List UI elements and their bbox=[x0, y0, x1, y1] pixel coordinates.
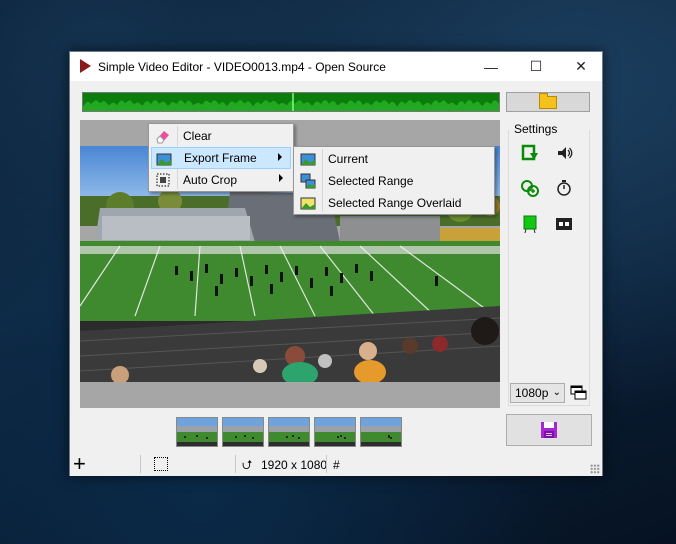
eraser-icon bbox=[156, 131, 169, 144]
minimize-button[interactable]: — bbox=[468, 52, 514, 81]
menu-label: Export Frame bbox=[184, 151, 257, 165]
open-folder-button[interactable] bbox=[506, 92, 590, 112]
speed-adjust-icon[interactable] bbox=[519, 177, 541, 199]
menu-label: Selected Range Overlaid bbox=[328, 196, 462, 210]
add-file-button[interactable]: + bbox=[73, 453, 86, 475]
volume-icon[interactable] bbox=[553, 142, 575, 164]
submenu-item-current[interactable]: Current bbox=[296, 148, 492, 170]
window-title: Simple Video Editor - VIDEO0013.mp4 - Op… bbox=[98, 60, 386, 74]
close-button[interactable]: ✕ bbox=[558, 52, 604, 81]
audio-waveform-timeline[interactable] bbox=[82, 92, 500, 112]
maximize-button[interactable]: ☐ bbox=[513, 52, 559, 81]
overlay-picture-icon bbox=[300, 197, 316, 210]
menu-label: Current bbox=[328, 152, 369, 166]
resize-grip-icon[interactable] bbox=[590, 464, 600, 474]
resolution-readout: 1920 x 1080 bbox=[261, 458, 328, 472]
video-thumbnail[interactable] bbox=[314, 417, 356, 447]
submenu-item-selected-range[interactable]: Selected Range bbox=[296, 170, 492, 192]
context-menu: Clear Export Frame Auto Crop bbox=[148, 123, 294, 192]
crop-selection-icon[interactable] bbox=[154, 457, 168, 471]
picture-icon bbox=[300, 153, 316, 166]
video-thumbnail[interactable] bbox=[268, 417, 310, 447]
status-bar: + ⮍ 1920 x 1080 # bbox=[70, 452, 602, 476]
chevron-down-icon: ⌄ bbox=[552, 387, 561, 398]
green-screen-icon[interactable] bbox=[519, 213, 541, 235]
settings-label: Settings bbox=[514, 122, 558, 136]
stopwatch-icon[interactable] bbox=[553, 177, 575, 199]
pictures-icon bbox=[300, 173, 316, 189]
status-separator bbox=[326, 455, 327, 473]
status-separator bbox=[140, 455, 141, 473]
settings-panel: Settings bbox=[506, 120, 592, 407]
multiple-windows-icon[interactable] bbox=[570, 385, 588, 401]
floppy-disk-icon bbox=[541, 422, 557, 438]
title-bar[interactable]: Simple Video Editor - VIDEO0013.mp4 - Op… bbox=[70, 52, 602, 81]
resolution-dropdown[interactable]: 1080p ⌄ bbox=[510, 383, 565, 403]
submenu-arrow-icon bbox=[278, 153, 282, 161]
video-thumbnail[interactable] bbox=[360, 417, 402, 447]
menu-label: Auto Crop bbox=[183, 173, 238, 187]
app-play-icon bbox=[80, 59, 91, 73]
picture-icon bbox=[156, 153, 172, 166]
submenu-item-selected-range-overlaid[interactable]: Selected Range Overlaid bbox=[296, 192, 492, 214]
export-frame-submenu: Current Selected Range Selected Range Ov… bbox=[293, 146, 495, 215]
resize-icon: ⮍ bbox=[242, 457, 253, 472]
rotate-icon[interactable] bbox=[519, 142, 541, 164]
subtitles-icon[interactable] bbox=[553, 213, 575, 235]
video-thumbnail[interactable] bbox=[176, 417, 218, 447]
settings-group-border bbox=[508, 130, 590, 406]
folder-icon bbox=[539, 92, 557, 109]
video-thumbnail[interactable] bbox=[222, 417, 264, 447]
thumbnail-strip bbox=[176, 417, 402, 449]
status-separator bbox=[235, 455, 236, 473]
submenu-arrow-icon bbox=[279, 174, 283, 182]
menu-item-export-frame[interactable]: Export Frame bbox=[151, 147, 291, 169]
save-button[interactable] bbox=[506, 414, 592, 446]
menu-item-auto-crop[interactable]: Auto Crop bbox=[151, 169, 291, 191]
menu-label: Selected Range bbox=[328, 174, 414, 188]
waveform-graph bbox=[83, 93, 499, 111]
resolution-selected: 1080p bbox=[515, 386, 549, 400]
menu-item-clear[interactable]: Clear bbox=[151, 125, 291, 147]
frame-number-label: # bbox=[333, 458, 340, 472]
app-window: Simple Video Editor - VIDEO0013.mp4 - Op… bbox=[69, 51, 603, 476]
menu-label: Clear bbox=[183, 129, 212, 143]
crop-icon bbox=[156, 173, 170, 187]
